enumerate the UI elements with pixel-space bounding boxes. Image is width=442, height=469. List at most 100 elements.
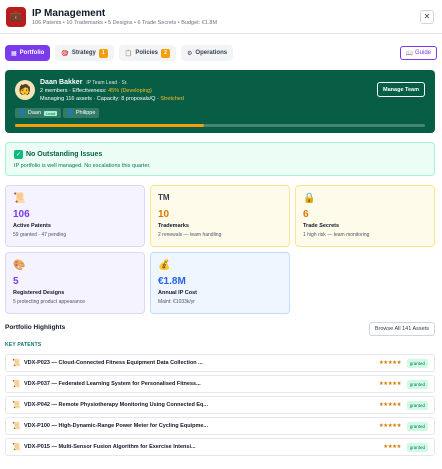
stat-value: 5 — [13, 276, 19, 287]
list-item[interactable]: 📜 VDX-P023 — Cloud-Connected Fitness Equ… — [5, 354, 435, 372]
person-icon: 👤 — [67, 110, 74, 116]
team-effectiveness: 2 members · Effectiveness: 45% (Developi… — [40, 88, 152, 94]
member-name: Philippe — [75, 110, 96, 116]
stat-label: Trademarks — [158, 223, 189, 229]
status-badge: granted — [406, 422, 428, 431]
close-button[interactable]: ✕ — [420, 9, 434, 24]
patent-title: VDX-P100 — High-Dynamic-Range Power Mete… — [24, 423, 208, 429]
tab-operations[interactable]: ⚙ Operations — [181, 45, 234, 61]
tab-label: Strategy — [71, 50, 96, 56]
list-item[interactable]: 📜 VDX-P042 — Remote Physiotherapy Monito… — [5, 396, 435, 414]
issues-panel: ✓ No Outstanding Issues IP portfolio is … — [5, 142, 435, 176]
tab-portfolio[interactable]: ▦ Portfolio — [5, 45, 51, 61]
trademark-icon: TM — [158, 193, 170, 202]
member-chip-philippe[interactable]: 👤 Philippe — [63, 108, 100, 118]
scroll-icon: 📜 — [12, 360, 21, 367]
stat-subtext: 5 protecting product appearance — [13, 299, 85, 305]
gear-icon: ⚙ — [187, 50, 193, 57]
tab-bar: ▦ Portfolio 🎯 Strategy 1 📋 Policies 2 ⚙ … — [0, 34, 442, 64]
guide-button[interactable]: 📖 Guide — [399, 46, 437, 60]
progress-fill — [15, 124, 204, 127]
stat-card-patents[interactable]: 📜 106 Active Patents 59 granted · 47 pen… — [5, 185, 145, 247]
lock-icon: 🔒 — [303, 193, 316, 204]
patent-title: VDX-P023 — Cloud-Connected Fitness Equip… — [24, 360, 203, 366]
browse-all-button[interactable]: Browse All 141 Assets — [368, 322, 435, 336]
issues-title: No Outstanding Issues — [26, 151, 103, 158]
stat-subtext: 59 granted · 47 pending — [13, 232, 67, 238]
rating-stars: ★★★★ — [383, 444, 401, 450]
title-block: IP Management 106 Patents • 10 Trademark… — [32, 8, 420, 26]
member-chip-daan[interactable]: 👤 Daan Lead — [15, 108, 61, 118]
policies-icon: 📋 — [124, 50, 133, 57]
list-item[interactable]: 📜 VDX-P100 — High-Dynamic-Range Power Me… — [5, 417, 435, 435]
palette-icon: 🎨 — [13, 260, 26, 271]
scroll-icon: 📜 — [12, 402, 21, 409]
tab-label: Portfolio — [19, 50, 45, 56]
highlights-title: Portfolio Highlights — [5, 324, 66, 331]
scroll-icon: 📜 — [12, 381, 21, 388]
issues-subtitle: IP portfolio is well managed. No escalat… — [14, 163, 151, 169]
lead-role: IP Team Lead · Sr. — [86, 80, 128, 86]
status-badge: granted — [406, 443, 428, 452]
capacity-state: Stretched — [160, 96, 184, 102]
stat-value: 6 — [303, 209, 309, 220]
stat-subtext: 1 high risk — team monitoring — [303, 232, 370, 238]
capacity-prefix: Managing 116 assets · Capacity: 8 propos… — [40, 96, 159, 102]
stat-subtext: 2 renewals — team handling — [158, 232, 222, 238]
stat-card-trade-secrets[interactable]: 🔒 6 Trade Secrets 1 high risk — team mon… — [295, 185, 435, 247]
stat-label: Annual IP Cost — [158, 290, 198, 296]
page-title: IP Management — [32, 7, 106, 19]
patent-title: VDX-P015 — Multi-Sensor Fusion Algorithm… — [24, 444, 196, 450]
status-badge: granted — [406, 401, 428, 410]
status-badge: granted — [406, 380, 428, 389]
stat-card-ip-cost[interactable]: 💰 €1.8M Annual IP Cost Maint: €1033k/yr — [150, 252, 290, 314]
stat-label: Trade Secrets — [303, 223, 340, 229]
app-header: 💼 IP Management 106 Patents • 10 Tradema… — [0, 0, 442, 34]
patent-title: VDX-P037 — Federated Learning System for… — [24, 381, 201, 387]
tab-strategy[interactable]: 🎯 Strategy 1 — [55, 45, 114, 61]
effectiveness-value: 45% (Developing) — [108, 88, 152, 94]
patent-title: VDX-P042 — Remote Physiotherapy Monitori… — [24, 402, 208, 408]
rating-stars: ★★★★★ — [378, 402, 402, 408]
section-label: KEY PATENTS — [5, 342, 42, 348]
list-item[interactable]: 📜 VDX-P037 — Federated Learning System f… — [5, 375, 435, 393]
status-badge: granted — [406, 359, 428, 368]
issues-title-line: ✓ No Outstanding Issues — [14, 150, 102, 159]
strategy-icon: 🎯 — [61, 50, 69, 57]
stat-value: €1.8M — [158, 276, 186, 287]
effectiveness-prefix: 2 members · Effectiveness: — [40, 88, 107, 94]
stat-value: 106 — [13, 209, 30, 220]
lead-tag: Lead — [44, 110, 57, 116]
manage-team-button[interactable]: Manage Team — [377, 82, 425, 97]
lead-name-line: Daan Bakker IP Team Lead · Sr. — [40, 79, 128, 86]
scroll-icon: 📜 — [12, 444, 21, 451]
team-capacity: Managing 116 assets · Capacity: 8 propos… — [40, 96, 184, 102]
capacity-progress-bar — [15, 124, 425, 127]
rating-stars: ★★★★★ — [378, 423, 402, 429]
team-lead-card: 🧑 Daan Bakker IP Team Lead · Sr. 2 membe… — [5, 70, 435, 133]
stat-value: 10 — [158, 209, 170, 220]
page-subtitle: 106 Patents • 10 Trademarks • 5 Designs … — [32, 19, 218, 26]
stat-subtext: Maint: €1033k/yr — [158, 299, 195, 305]
tab-policies[interactable]: 📋 Policies 2 — [118, 45, 177, 61]
briefcase-icon: 💼 — [6, 6, 26, 27]
rating-stars: ★★★★★ — [378, 360, 402, 366]
book-icon: 📖 — [405, 50, 413, 57]
tab-label: Operations — [195, 50, 228, 56]
stat-card-trademarks[interactable]: TM 10 Trademarks 2 renewals — team handl… — [150, 185, 290, 247]
stat-label: Active Patents — [13, 223, 51, 229]
avatar: 🧑 — [15, 80, 35, 100]
person-icon: 👤 — [19, 110, 26, 116]
check-icon: ✓ — [14, 150, 23, 159]
scroll-icon: 📜 — [13, 193, 26, 204]
guide-label: Guide — [414, 50, 431, 56]
notification-badge: 1 — [98, 48, 108, 58]
money-bag-icon: 💰 — [158, 260, 171, 271]
rating-stars: ★★★★★ — [378, 381, 402, 387]
stat-card-designs[interactable]: 🎨 5 Registered Designs 5 protecting prod… — [5, 252, 145, 314]
list-item[interactable]: 📜 VDX-P015 — Multi-Sensor Fusion Algorit… — [5, 438, 435, 456]
stat-label: Registered Designs — [13, 290, 65, 296]
lead-name: Daan Bakker — [40, 79, 83, 86]
notification-badge: 2 — [161, 48, 171, 58]
tab-label: Policies — [135, 50, 159, 56]
